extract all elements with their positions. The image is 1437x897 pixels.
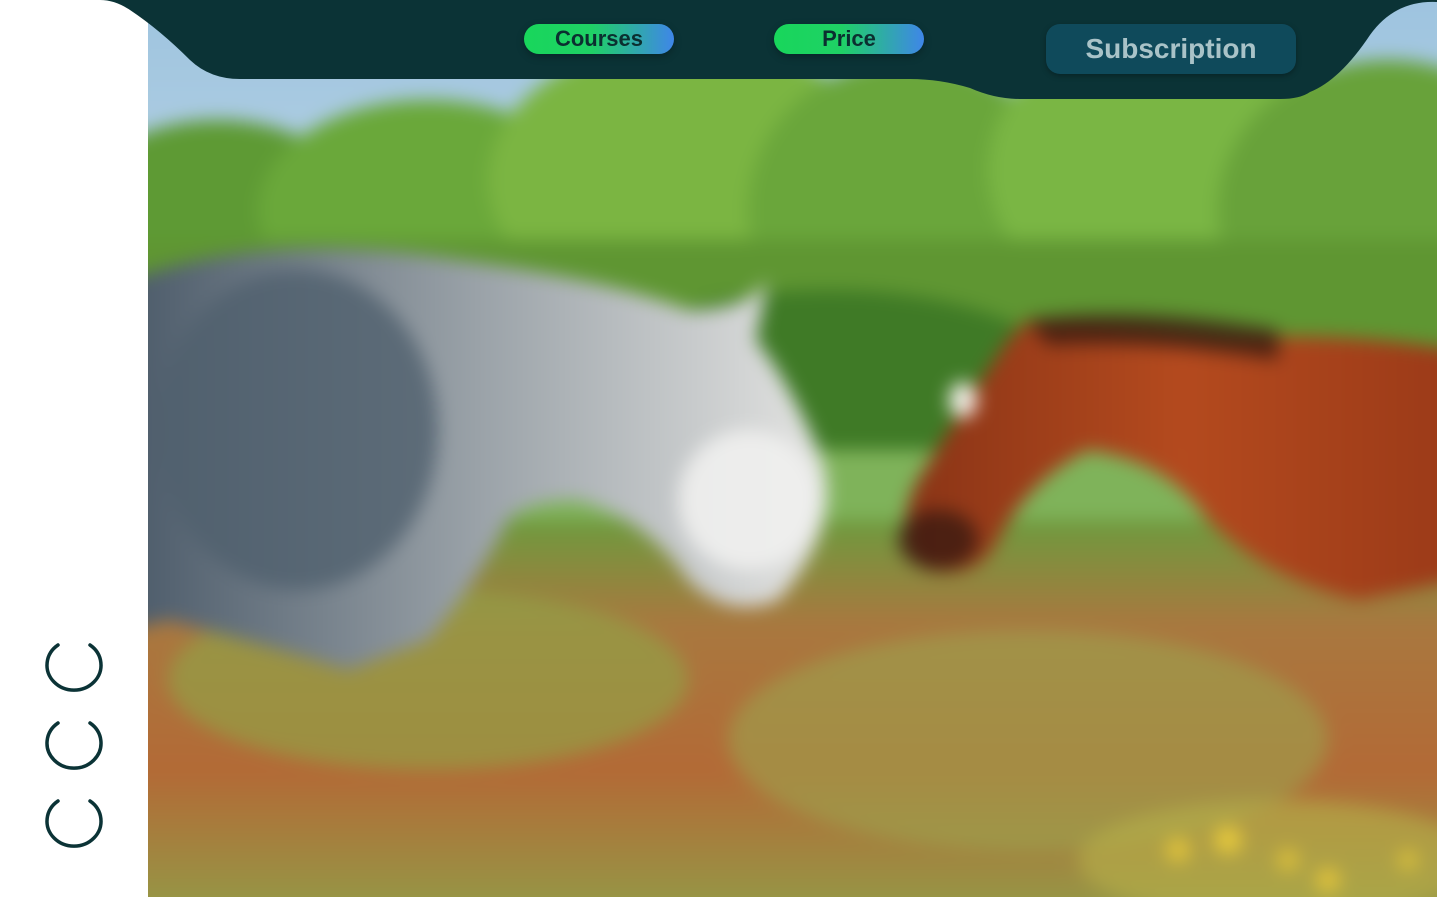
spinner-icon <box>44 719 104 775</box>
spinner-icon <box>44 641 104 697</box>
spinner-icon <box>44 797 104 853</box>
nav-courses-button[interactable]: Courses <box>524 24 674 54</box>
nav-price-button[interactable]: Price <box>774 24 924 54</box>
hero-image <box>148 0 1437 897</box>
subscription-button[interactable]: Subscription <box>1046 24 1296 74</box>
horses-in-meadow-image <box>148 0 1437 897</box>
page: Courses Price Subscription <box>0 0 1437 897</box>
